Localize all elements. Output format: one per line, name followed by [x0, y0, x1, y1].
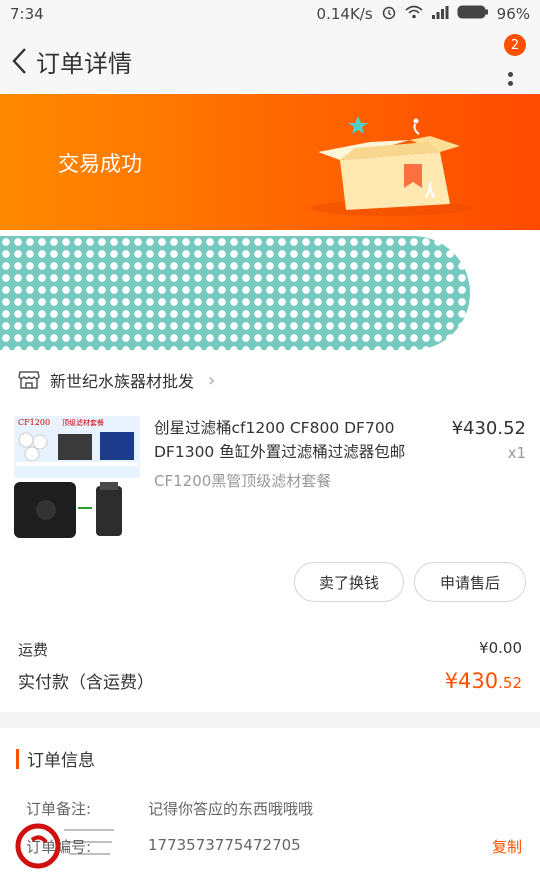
order-status-banner: 交易成功 — [0, 94, 540, 230]
shipping-label: 运费 — [18, 641, 49, 659]
order-status-text: 交易成功 — [58, 152, 142, 176]
shipping-value: ¥0.00 — [479, 639, 522, 657]
notification-badge: 2 — [504, 34, 526, 56]
chevron-right-icon: › — [208, 369, 216, 391]
chevron-left-icon — [12, 48, 26, 74]
watermark-seal — [15, 823, 114, 869]
address-redaction-mask — [0, 236, 470, 350]
shipping-row: 运费 ¥0.00 — [18, 639, 522, 660]
copy-order-number-button[interactable]: 复制 — [492, 836, 522, 857]
battery-level: 96% — [496, 5, 530, 23]
order-note-value: 记得你答应的东西哦哦哦 — [148, 800, 314, 818]
more-dots-icon — [507, 72, 513, 77]
back-button[interactable] — [2, 28, 36, 94]
after-sale-button[interactable]: 申请售后 — [414, 562, 526, 602]
order-item-card: 新世纪水族器材批发 › CF1200 顶级滤材套餐 创星过滤桶cf1200 CF… — [0, 350, 540, 712]
order-number-value: 1773573775472705 — [148, 836, 301, 854]
product-price: ¥430.52 — [451, 418, 526, 439]
order-info-title: 订单信息 — [27, 751, 95, 771]
product-spec: CF1200黑管顶级滤材套餐 — [154, 472, 332, 490]
total-row: 实付款（含运费） ¥430.52 — [18, 668, 522, 693]
page-title: 订单详情 — [36, 49, 132, 78]
network-speed: 0.14K/s — [316, 5, 373, 23]
status-time: 7:34 — [10, 5, 44, 23]
section-accent-bar — [16, 748, 19, 769]
battery-icon — [457, 5, 489, 23]
wifi-icon — [405, 5, 423, 23]
product-title[interactable]: 创星过滤桶cf1200 CF800 DF700 DF1300 鱼缸外置过滤桶过滤… — [154, 416, 440, 464]
total-amount: ¥430.52 — [444, 669, 522, 693]
shop-name: 新世纪水族器材批发 — [50, 372, 195, 391]
status-bar: 7:34 0.14K/s 96% — [0, 0, 540, 28]
store-icon — [18, 371, 40, 389]
address-section[interactable] — [0, 230, 540, 350]
nav-bar: 订单详情 2 — [0, 28, 540, 94]
sell-button[interactable]: 卖了换钱 — [294, 562, 404, 602]
total-label: 实付款（含运费） — [18, 673, 154, 693]
thumb-caption: 顶级滤材套餐 — [62, 419, 104, 427]
product-quantity: x1 — [507, 444, 526, 462]
alarm-icon — [381, 4, 397, 24]
thumb-label: CF1200 — [18, 418, 51, 427]
open-box-illustration — [310, 116, 470, 216]
shop-link[interactable]: 新世纪水族器材批发 › — [18, 368, 215, 392]
signal-icon — [431, 5, 449, 23]
product-thumbnail[interactable]: CF1200 顶级滤材套餐 — [14, 416, 140, 540]
